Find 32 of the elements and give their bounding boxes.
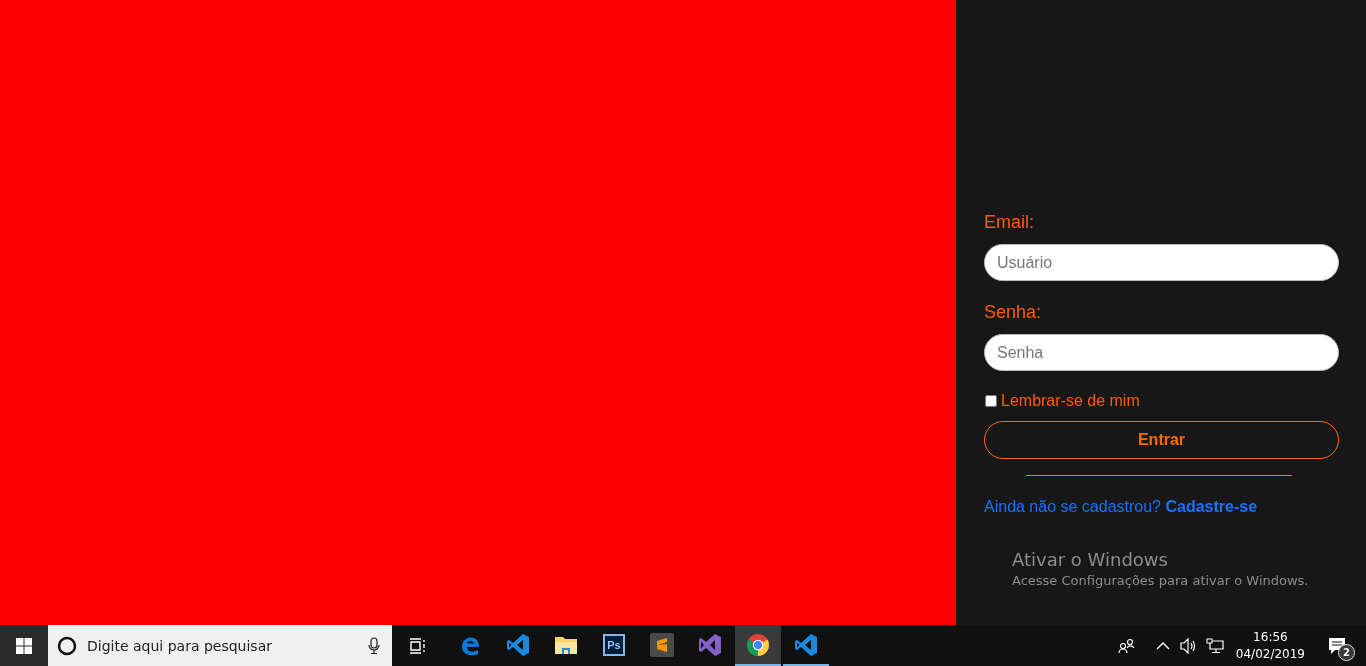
windows-logo-icon [16,637,32,654]
clock[interactable]: 16:56 04/02/2019 [1235,628,1305,663]
remember-label: Lembrar-se de mim [1001,392,1140,410]
photoshop-icon: Ps [603,633,625,656]
notification-button[interactable]: 2 [1315,625,1359,666]
clock-date: 04/02/2019 [1235,645,1305,663]
people-icon [1117,637,1136,654]
code-editor-icon [506,632,530,657]
email-label: Email: [984,211,1034,234]
code-editor-icon [794,632,818,657]
taskbar-app-button[interactable]: Ps [591,625,637,666]
clock-time: 16:56 [1253,628,1288,646]
activation-subtitle: Acesse Configurações para ativar o Windows. [1012,572,1309,590]
start-button[interactable] [0,625,48,666]
password-field[interactable]: Senha [984,334,1339,371]
search-box[interactable]: Digite aqui para pesquisar [48,625,392,666]
microphone-icon [368,636,380,655]
chevron-up-icon[interactable] [1155,641,1170,650]
taskbar-app-button[interactable] [735,625,781,666]
circle-icon [57,635,77,656]
chrome-icon [746,632,770,657]
speaker-icon[interactable] [1179,637,1198,654]
signup-text: Ainda não se cadastrou? Cadastre-se [984,498,1258,516]
search-placeholder: Digite aqui para pesquisar [87,637,273,654]
notification-count: 2 [1338,644,1355,661]
network-icon[interactable] [1205,637,1224,654]
remember-checkbox[interactable] [985,395,997,407]
signup-link[interactable]: Cadastre-se [1165,498,1258,515]
activation-title: Ativar o Windows [1012,548,1168,572]
task-view-icon [409,637,427,654]
email-field[interactable]: Usuário [984,244,1339,281]
password-label: Senha: [984,301,1042,324]
